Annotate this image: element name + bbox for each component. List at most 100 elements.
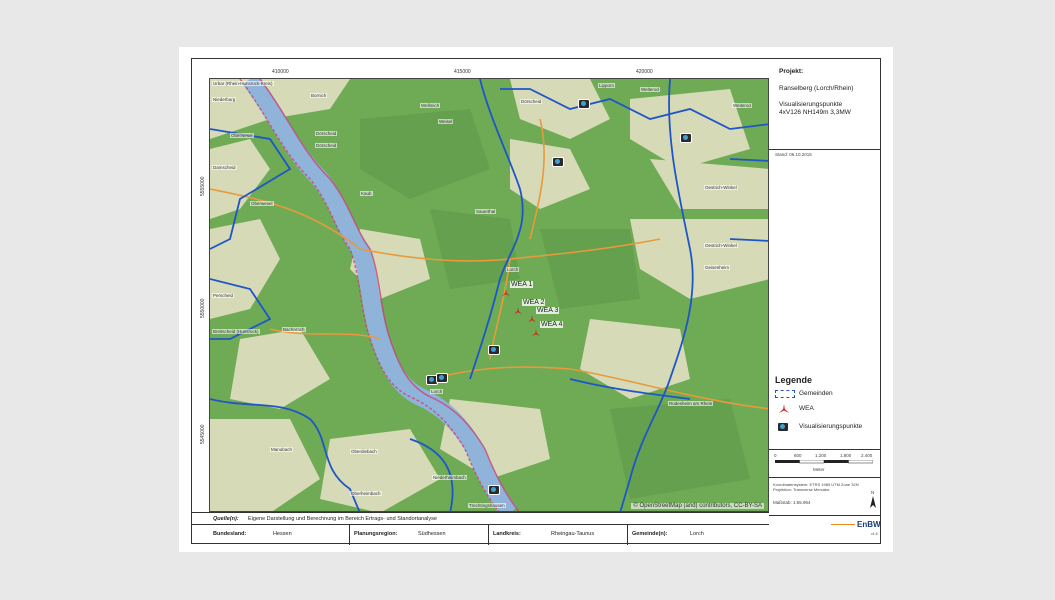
grid-label-y2: 5550000 [200, 298, 206, 318]
place-label: Lipporn [598, 83, 616, 88]
footer-meta-row: Bundesland: Hessen Planungsregion: Südhe… [191, 525, 769, 545]
turbine-icon [779, 404, 789, 413]
grid-label-x3: 420000 [636, 69, 653, 75]
place-label: Dörscheid [315, 131, 338, 136]
grid-label-x1: 410000 [272, 69, 289, 75]
place-label: Perscheid [212, 293, 235, 298]
scale-tick-0: 0 [774, 453, 777, 458]
source-text: Eigene Darstellung und Berechnung im Ber… [248, 516, 437, 522]
map-basemap [210, 79, 768, 511]
municipality-boundary-symbol [775, 390, 795, 398]
crs-box: Koordinatensystem: ETRS 1989 UTM Zone 32… [769, 478, 881, 516]
district-label: Landkreis: [493, 531, 521, 537]
legend-municipalities: Gemeinden [799, 390, 833, 397]
place-label: Urbar (Rhein-Hunsrück-Kreis) [212, 81, 274, 86]
region-cell: Planungsregion: Südhessen [350, 525, 489, 545]
place-label: Lorch [506, 267, 520, 272]
place-label: Rüdesheim am Rhein [668, 401, 714, 406]
place-label: Oberheimbach [350, 491, 382, 496]
region-label: Planungsregion: [354, 531, 398, 537]
scale-tick-1: 600 [794, 453, 802, 458]
place-label: Kaub [360, 191, 373, 196]
place-label: Trechtingshausen [468, 503, 506, 508]
place-label: Weiterod [732, 103, 752, 108]
map-attribution[interactable]: © OpenStreetMap (and) contributors, CC-B… [631, 503, 764, 509]
camera-icon [777, 422, 789, 432]
grid-label-y1: 5555000 [200, 176, 206, 196]
place-label: Dörscheid [315, 143, 338, 148]
footer-source-row: Quelle(n): Eigene Darstellung und Berech… [191, 513, 769, 525]
turbine-icon[interactable] [528, 315, 536, 323]
status-date: Stand: 06.10.2015 [775, 152, 812, 157]
legend-title: Legende [775, 375, 813, 385]
state-cell: Bundesland: Hessen [209, 525, 350, 545]
project-box: Projekt: Ranselberg (Lorch/Rhein) Visual… [769, 58, 881, 150]
grid-label-y3: 5545000 [200, 424, 206, 444]
district-value: Rheingau-Taunus [551, 531, 595, 537]
state-value: Hessen [273, 531, 292, 537]
municipality-cell: Gemeinde(n): Lorch [628, 525, 769, 545]
camera-icon[interactable] [680, 133, 692, 143]
project-label: Projekt: [779, 68, 804, 75]
place-label: Dörscheid [520, 99, 543, 104]
place-label: Oberwesel [250, 201, 274, 206]
legend-turbine: WEA [799, 405, 814, 412]
place-label: Weisel [438, 119, 454, 124]
place-label: Niederheimbach [432, 475, 467, 480]
scale-label: Maßstab: [773, 500, 792, 505]
north-arrow-label: N [871, 490, 875, 495]
legend-viewpoints: Visualisierungspunkte [799, 423, 863, 430]
camera-icon[interactable] [552, 157, 564, 167]
place-label: Manubach [270, 447, 294, 452]
district-cell: Landkreis: Rheingau-Taunus [489, 525, 628, 545]
place-label: Oestrich-Winkel [704, 243, 738, 248]
turbine-icon[interactable] [502, 289, 510, 297]
municipality-label: Gemeinde(n): [632, 531, 668, 537]
info-panel: Projekt: Ranselberg (Lorch/Rhein) Visual… [769, 58, 881, 544]
scale-tick-2: 1.200 [815, 453, 827, 458]
brand-line [831, 524, 855, 525]
scale-unit: Meter [813, 467, 825, 472]
version-label: v1.6 [871, 532, 878, 536]
scale-bar [775, 460, 873, 464]
place-label: Oberwesel [230, 133, 254, 138]
scale-tick-4: 2.400 [861, 453, 873, 458]
map-footer: Quelle(n): Eigene Darstellung und Berech… [191, 512, 769, 545]
place-label: Niederburg [212, 97, 237, 102]
brand-logo: EnBW [857, 520, 881, 529]
camera-icon[interactable] [488, 345, 500, 355]
place-label: Geisenheim [704, 265, 731, 270]
state-label: Bundesland: [213, 531, 247, 537]
municipality-value: Lorch [690, 531, 704, 537]
camera-icon[interactable] [578, 99, 590, 109]
place-label: Oestrich-Winkel [704, 185, 738, 190]
place-label: Wellmich [420, 103, 441, 108]
scale-bar-box: 0 600 1.200 1.800 2.400 Meter [769, 450, 881, 478]
north-arrow-icon [870, 496, 876, 508]
brand-box: EnBW v1.6 [769, 516, 881, 544]
turbine-icon[interactable] [532, 329, 540, 337]
project-name: Ranselberg (Lorch/Rhein) [779, 85, 854, 92]
turbine-label: WEA 2 [522, 299, 546, 306]
grid-label-x2: 415000 [454, 69, 471, 75]
camera-icon[interactable] [436, 373, 448, 383]
place-label: Welterod [640, 87, 660, 92]
turbine-label: WEA 4 [540, 321, 564, 328]
turbine-label: WEA 1 [510, 281, 534, 288]
place-label: Breitscheid (Hunsrück) [212, 329, 260, 334]
camera-icon[interactable] [488, 485, 500, 495]
turbine-label: WEA 3 [536, 307, 560, 314]
map-canvas[interactable]: Urbar (Rhein-Hunsrück-Kreis) Niederburg Bo… [209, 78, 769, 512]
project-description-1: Visualisierungspunkte [779, 101, 843, 108]
place-label: Bornich [310, 93, 328, 98]
scale-tick-3: 1.800 [840, 453, 852, 458]
region-value: Südhessen [418, 531, 446, 537]
place-label: Damscheid [212, 165, 237, 170]
project-description-2: 4xV126 NH149m 3,3MW [779, 109, 851, 116]
crs-line-2: Projektion: Transverse Mercator [773, 487, 830, 492]
place-label: Oberdiebach [350, 449, 378, 454]
turbine-icon[interactable] [514, 307, 522, 315]
place-label: Bacharach [282, 327, 306, 332]
place-label: Lorch [430, 389, 444, 394]
source-label: Quelle(n): [213, 516, 239, 522]
